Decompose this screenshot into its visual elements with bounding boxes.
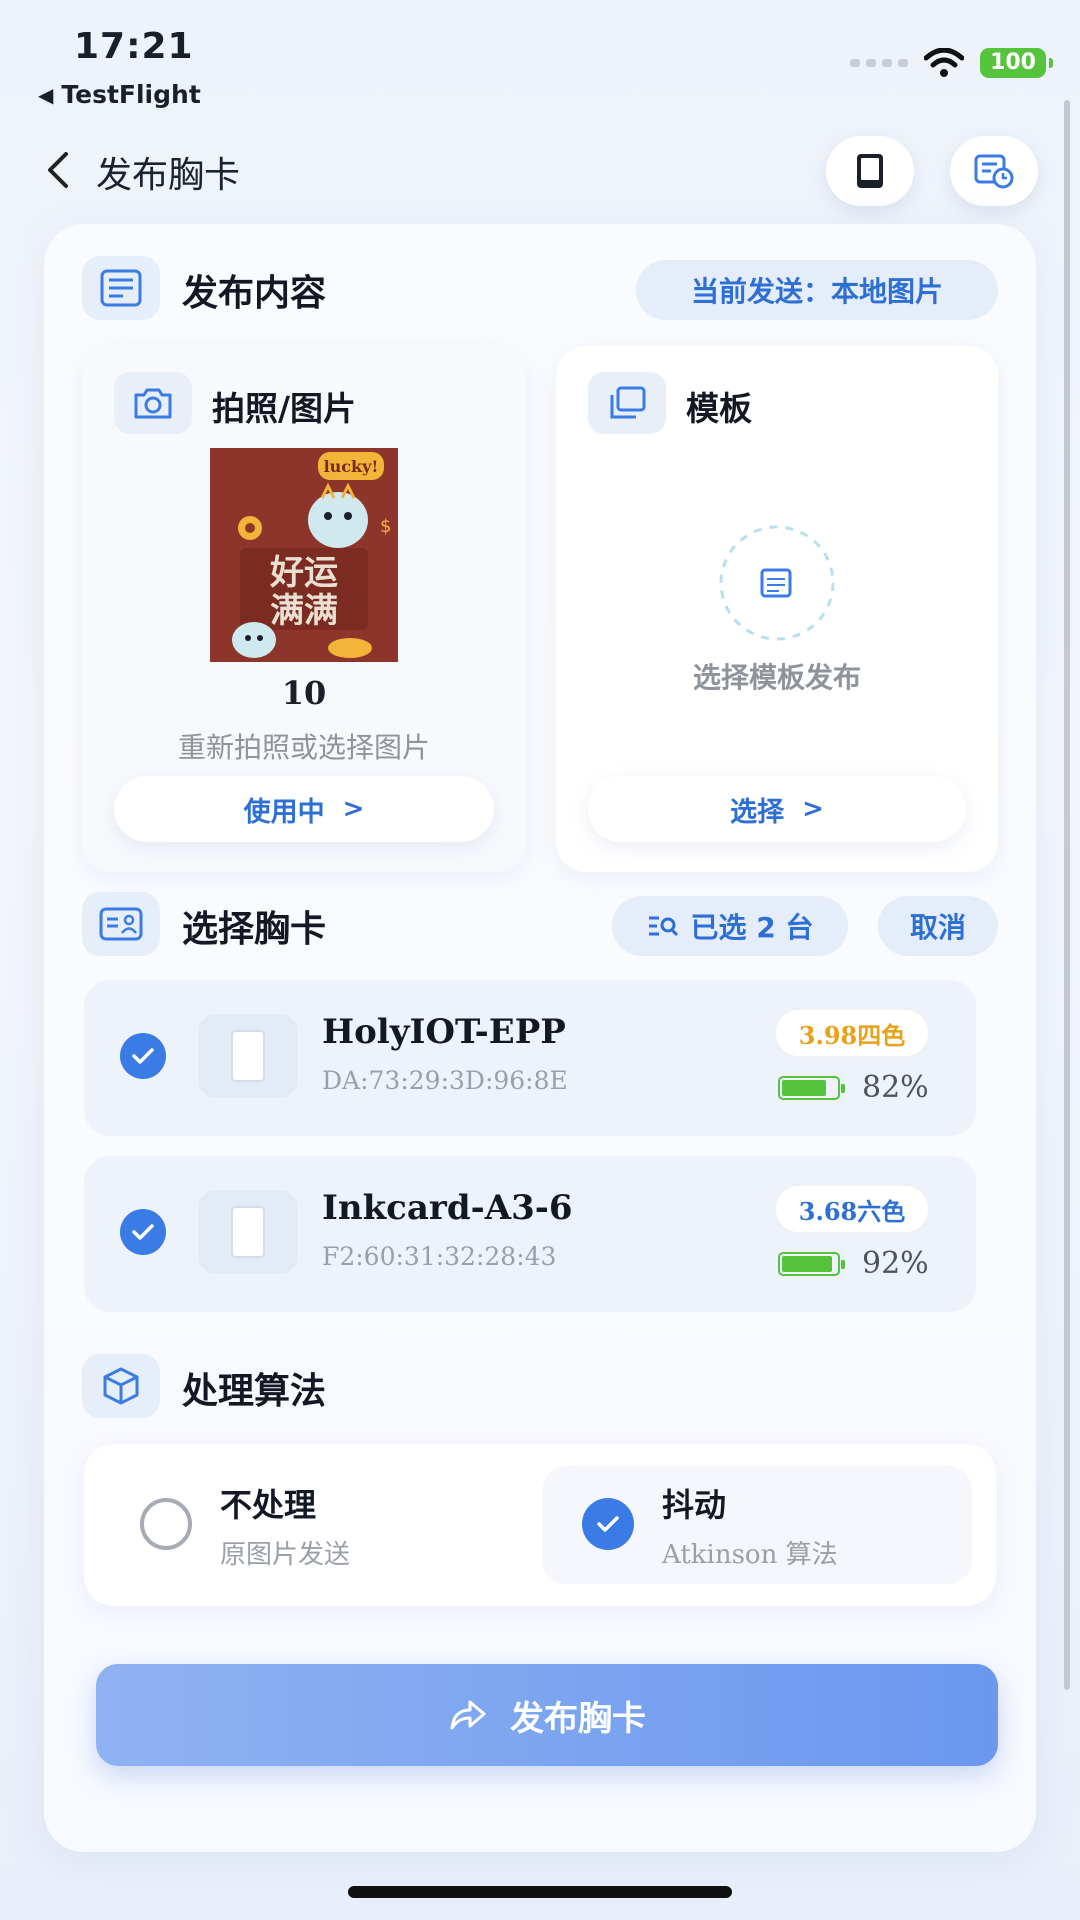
lucky-dragon-image: lucky! $ 好运 满满 (210, 448, 398, 662)
camera-icon (134, 388, 172, 419)
history-clock-icon (974, 154, 1014, 189)
screen-type-tag: 3.68六色 (774, 1184, 930, 1234)
device-checkbox[interactable] (120, 1209, 166, 1255)
image-text-line1: 好运 (269, 553, 338, 593)
camera-icon-box (114, 372, 192, 434)
home-indicator[interactable] (348, 1886, 732, 1898)
wifi-icon (924, 48, 965, 77)
device-mac: DA:73:29:3D:96:8E (322, 1066, 568, 1095)
in-use-label: 使用中 (243, 796, 325, 828)
selected-count-button[interactable]: 已选 2 台 (612, 896, 848, 956)
algorithm-option-subtitle: Atkinson 算法 (662, 1540, 838, 1570)
device-name: HolyIOT-EPP (322, 1012, 566, 1052)
template-icon-box (588, 372, 666, 434)
battery-icon (778, 1075, 845, 1100)
device-battery: 92% (778, 1246, 929, 1281)
badge-section-icon-box (82, 892, 160, 956)
algorithm-title: 处理算法 (182, 1371, 327, 1412)
selected-count-label: 已选 2 台 (690, 911, 814, 944)
in-use-button[interactable]: 使用中 > (114, 776, 494, 842)
algorithm-section-icon-box (82, 1354, 160, 1418)
image-text-line2: 满满 (270, 591, 338, 631)
tablet-icon (857, 154, 883, 188)
badge-device-icon (231, 1206, 265, 1258)
content-section-icon-box (82, 256, 160, 320)
select-template-button[interactable]: 选择 > (588, 776, 966, 842)
battery-indicator: 100 (980, 48, 1053, 78)
history-button[interactable] (950, 136, 1038, 206)
cube-icon (103, 1367, 139, 1405)
page-title: 发布胸卡 (96, 155, 241, 196)
share-arrow-icon (450, 1700, 486, 1730)
select-badge-title: 选择胸卡 (182, 909, 327, 950)
battery-fill (782, 1255, 832, 1272)
search-list-icon (648, 916, 678, 937)
current-send-badge: 当前发送：本地图片 (636, 260, 998, 320)
device-checkbox[interactable] (120, 1033, 166, 1079)
algorithm-option-subtitle: 原图片发送 (220, 1540, 351, 1570)
scrollbar[interactable] (1064, 100, 1070, 1690)
lucky-badge-text: lucky! (324, 457, 379, 476)
device-name: Inkcard-A3-6 (322, 1188, 573, 1228)
device-thumbnail (198, 1014, 298, 1098)
publish-button-label: 发布胸卡 (510, 1698, 646, 1739)
device-button[interactable] (826, 136, 914, 206)
back-app-label: TestFlight (61, 80, 201, 109)
device-thumbnail (198, 1190, 298, 1274)
publish-content-title: 发布内容 (182, 273, 327, 314)
template-placeholder: 选择模板发布 (692, 661, 861, 694)
device-battery: 82% (778, 1070, 929, 1105)
dollar-symbol: $ (380, 516, 391, 537)
battery-fill (782, 1079, 827, 1096)
template-card-title: 模板 (686, 389, 752, 428)
algorithm-option-title[interactable]: 不处理 (220, 1480, 316, 1526)
status-indicators: 100 (850, 48, 1053, 78)
back-to-app-link[interactable]: ◀ TestFlight (38, 80, 201, 109)
publish-badge-button[interactable]: 发布胸卡 (96, 1664, 998, 1766)
photo-card-subtitle: 重新拍照或选择图片 (177, 731, 430, 764)
chevron-right-icon: > (342, 794, 365, 824)
id-card-icon (99, 907, 143, 941)
battery-percent: 92% (862, 1246, 929, 1281)
back-chevron-icon[interactable] (40, 150, 76, 190)
device-mac: F2:60:31:32:28:43 (322, 1242, 557, 1271)
cancel-button[interactable]: 取消 (878, 896, 998, 956)
document-list-icon (100, 269, 142, 307)
back-triangle-icon: ◀ (38, 82, 54, 107)
badge-device-icon (231, 1030, 265, 1082)
checkmark-icon (597, 1516, 619, 1532)
battery-icon (778, 1251, 845, 1276)
photo-card-title: 拍照/图片 (212, 389, 357, 428)
select-template-label: 选择 (730, 796, 785, 828)
news-template-icon (719, 525, 835, 641)
selected-image-thumbnail[interactable]: lucky! $ 好运 满满 (210, 448, 398, 662)
checkmark-icon (132, 1224, 154, 1240)
status-time: 17:21 (74, 26, 194, 67)
radio-dithering[interactable] (582, 1498, 634, 1550)
checkmark-icon (132, 1048, 154, 1064)
screen-type-tag: 3.98四色 (774, 1008, 930, 1058)
image-number: 10 (281, 674, 327, 712)
algorithm-option-title[interactable]: 抖动 (662, 1480, 726, 1526)
radio-no-processing[interactable] (140, 1498, 192, 1550)
chevron-right-icon: > (802, 794, 824, 824)
copy-layers-icon (610, 386, 646, 419)
signal-icon (850, 59, 909, 67)
battery-percent: 82% (862, 1070, 929, 1105)
